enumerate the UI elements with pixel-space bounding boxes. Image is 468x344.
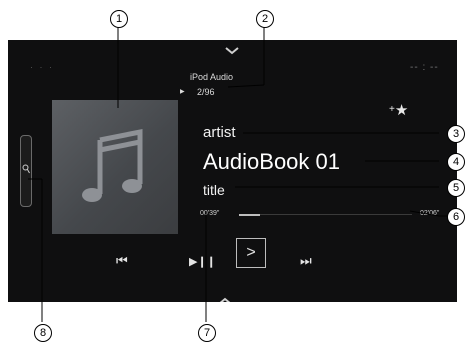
callout-leader-lines [28, 26, 458, 322]
callout-1: 1 [110, 10, 128, 28]
callout-5: 5 [447, 179, 465, 197]
callout-4: 4 [447, 153, 465, 171]
callout-2: 2 [256, 10, 274, 28]
callout-8: 8 [34, 324, 52, 342]
callout-3: 3 [447, 125, 465, 143]
callout-6: 6 [447, 208, 465, 226]
callout-7: 7 [198, 324, 216, 342]
